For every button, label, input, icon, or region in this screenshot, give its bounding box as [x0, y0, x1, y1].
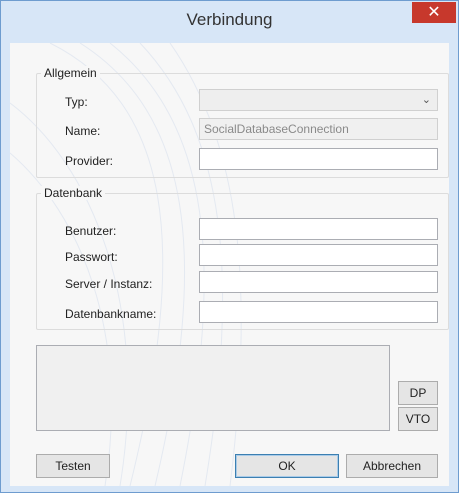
- server-label: Server / Instanz:: [65, 277, 153, 291]
- dbname-label: Datenbankname:: [65, 307, 157, 321]
- name-field[interactable]: [199, 118, 438, 140]
- dialog-title: Verbindung: [186, 10, 273, 29]
- connection-dialog: Verbindung ✕ Allgemein Typ: ⌄ Name: Soci…: [0, 0, 459, 493]
- general-group-label: Allgemein: [41, 66, 100, 80]
- close-icon: ✕: [427, 2, 441, 21]
- type-select[interactable]: ⌄: [199, 89, 438, 111]
- provider-label: Provider:: [65, 154, 114, 168]
- name-label: Name:: [65, 124, 101, 138]
- password-field[interactable]: [199, 244, 438, 266]
- dp-button[interactable]: DP: [398, 381, 438, 405]
- chevron-down-icon: ⌄: [421, 93, 431, 106]
- type-label: Typ:: [65, 95, 88, 109]
- user-label: Benutzer:: [65, 224, 117, 238]
- dialog-body: Allgemein Typ: ⌄ Name: Provider: Datenba…: [10, 43, 449, 486]
- vto-button[interactable]: VTO: [398, 407, 438, 431]
- provider-field[interactable]: [199, 148, 438, 170]
- ok-button[interactable]: OK: [235, 454, 339, 478]
- database-group-label: Datenbank: [41, 186, 106, 200]
- user-field[interactable]: [199, 218, 438, 240]
- dbname-field[interactable]: [199, 301, 438, 323]
- password-label: Passwort:: [65, 250, 118, 264]
- title-bar[interactable]: Verbindung ✕: [1, 1, 458, 43]
- cancel-button[interactable]: Abbrechen: [346, 454, 438, 478]
- test-button[interactable]: Testen: [36, 454, 110, 478]
- server-field[interactable]: [199, 271, 438, 293]
- output-area[interactable]: [36, 345, 390, 431]
- close-button[interactable]: ✕: [412, 2, 456, 23]
